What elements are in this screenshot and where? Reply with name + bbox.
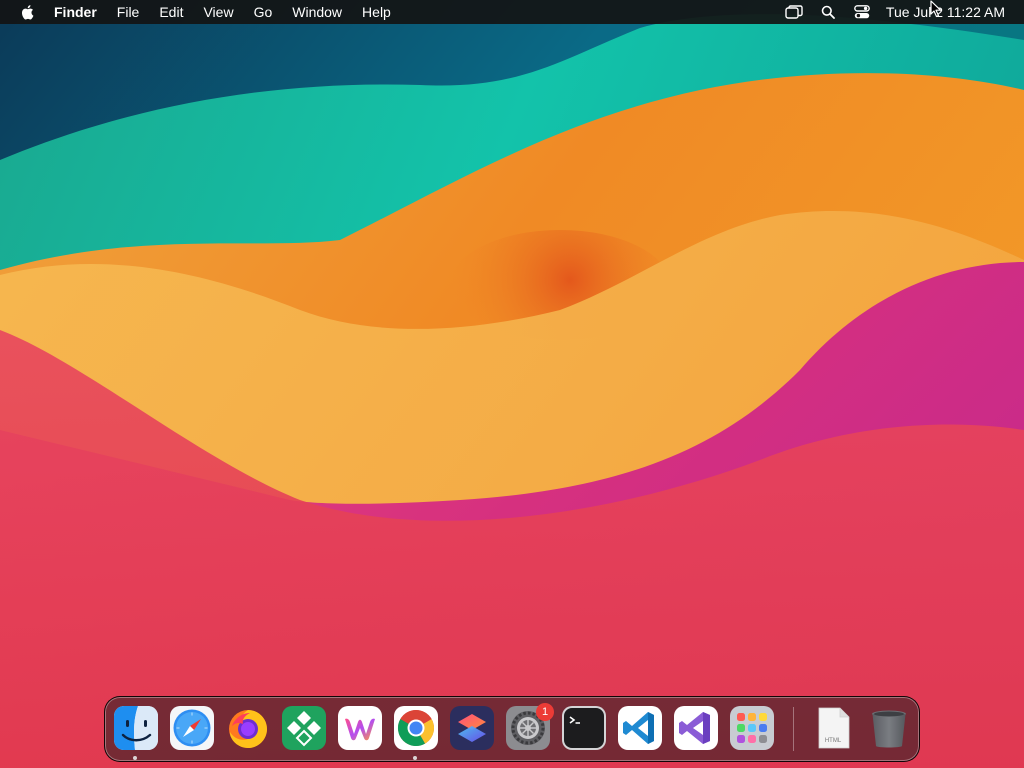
control-center-icon[interactable] xyxy=(852,2,872,22)
shortcuts-icon xyxy=(450,706,494,750)
menu-edit[interactable]: Edit xyxy=(149,0,193,24)
dock-green-diamond-app[interactable] xyxy=(282,706,326,750)
dock-terminal[interactable] xyxy=(562,706,606,750)
desktop[interactable]: Finder File Edit View Go Window Help Tue… xyxy=(0,0,1024,768)
firefox-icon xyxy=(229,710,267,748)
finder-icon xyxy=(114,706,158,750)
dock-visual-studio[interactable] xyxy=(674,706,718,750)
system-settings-badge: 1 xyxy=(536,703,554,721)
dock-html-document[interactable]: HTML xyxy=(811,706,855,750)
menu-bar-clock[interactable]: Tue Jul 2 11:22 AM xyxy=(886,4,1005,20)
trash-icon xyxy=(872,710,906,748)
finder-running-indicator xyxy=(133,756,137,760)
dock-colorful-w-app[interactable] xyxy=(338,706,382,750)
launchpad-icon xyxy=(730,706,774,750)
menu-view[interactable]: View xyxy=(193,0,243,24)
safari-icon xyxy=(170,706,214,750)
dock-launchpad[interactable] xyxy=(730,706,774,750)
dock-vscode[interactable] xyxy=(618,706,662,750)
menu-go[interactable]: Go xyxy=(244,0,283,24)
spotlight-search-icon[interactable] xyxy=(818,2,838,22)
menu-app-name[interactable]: Finder xyxy=(54,0,107,24)
menu-help[interactable]: Help xyxy=(352,0,401,24)
dock-divider xyxy=(793,707,794,751)
menu-window[interactable]: Window xyxy=(282,0,352,24)
chrome-running-indicator xyxy=(413,756,417,760)
dock-finder[interactable] xyxy=(114,706,158,750)
visual-studio-icon xyxy=(674,706,718,750)
apple-logo-icon[interactable] xyxy=(19,4,35,20)
dock-chrome[interactable] xyxy=(394,706,438,750)
vscode-icon xyxy=(618,706,662,750)
menu-bar: Finder File Edit View Go Window Help Tue… xyxy=(0,0,1024,24)
dock-firefox[interactable] xyxy=(226,706,270,750)
html-file-label: HTML xyxy=(824,738,842,744)
chrome-icon xyxy=(394,706,438,750)
dock: 1 HTML xyxy=(104,696,920,762)
green-diamond-app-icon xyxy=(282,706,326,750)
dock-safari[interactable] xyxy=(170,706,214,750)
menu-file[interactable]: File xyxy=(107,0,150,24)
dock-trash[interactable] xyxy=(867,706,911,750)
wallpaper xyxy=(0,0,1024,768)
dock-shortcuts[interactable] xyxy=(450,706,494,750)
terminal-icon xyxy=(562,706,606,750)
screen-mirroring-icon[interactable] xyxy=(784,2,804,22)
colorful-w-app-icon xyxy=(338,706,382,750)
mouse-cursor-icon xyxy=(930,0,942,18)
